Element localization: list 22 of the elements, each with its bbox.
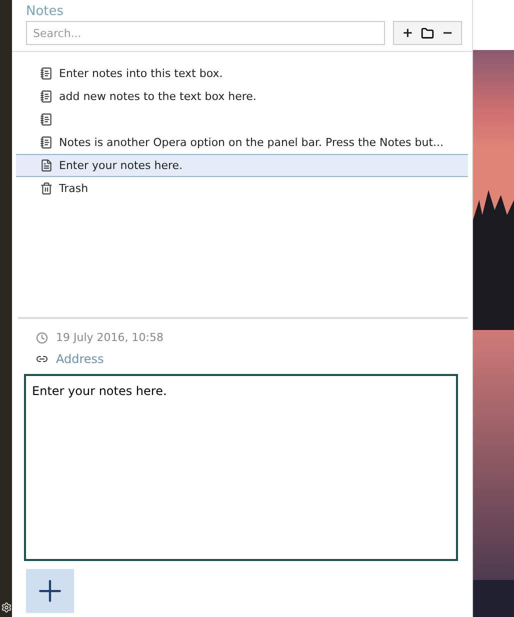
note-item[interactable]: add new notes to the text box here. [16, 85, 468, 108]
add-note-button[interactable] [26, 568, 74, 613]
note-item[interactable]: Notes is another Opera option on the panel bar. Press the Notes but... [16, 131, 468, 154]
settings-icon[interactable] [0, 602, 12, 613]
link-icon [36, 353, 48, 365]
add-button[interactable]: + [398, 26, 418, 40]
note-icon [40, 113, 53, 126]
note-item[interactable]: Trash [16, 177, 468, 200]
note-icon [40, 90, 53, 103]
panel-title: Notes [26, 4, 65, 19]
note-item[interactable]: Enter your notes here. [16, 154, 468, 177]
note-text-field[interactable]: Enter your notes here. [24, 374, 458, 561]
clock-icon [36, 332, 48, 344]
folder-icon[interactable] [421, 26, 434, 40]
note-icon [40, 159, 53, 172]
note-icon [40, 67, 53, 80]
note-item[interactable]: Enter notes into this text box. [16, 62, 468, 85]
search-field[interactable]: Search... [26, 21, 386, 45]
note-icon [40, 136, 53, 149]
trash-icon [40, 182, 53, 195]
note-date: 19 July 2016, 10:58 [56, 331, 164, 344]
remove-button[interactable]: − [438, 26, 457, 40]
